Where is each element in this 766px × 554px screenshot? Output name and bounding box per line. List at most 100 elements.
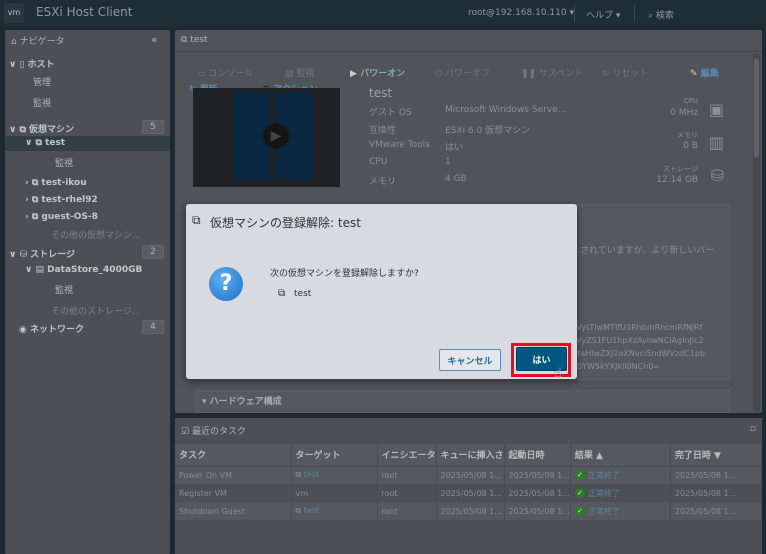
vm-running-icon: ⧉ [31, 212, 39, 222]
power-off-button[interactable]: ⏻ パワーオフ [435, 66, 490, 79]
stat-label: ストレージ [663, 165, 698, 173]
task-completed: 2025/05/08 1... [670, 502, 763, 520]
sidebar-more-vms[interactable]: その他の仮想マシン... [51, 228, 141, 241]
maximize-icon[interactable]: ▫ [750, 424, 756, 434]
task-queued: 2025/05/08 1... [436, 466, 505, 484]
table-header: タスク ターゲット イニシエータ キューに挿入さ 起動日時 結果 ▲ 完了日時 … [175, 444, 763, 467]
database-icon: ⛁ [19, 250, 27, 260]
panel-title: ⧉ test [181, 35, 208, 45]
sidebar-vm-test-rhel92[interactable]: › ⧉ test-rhel92 [25, 195, 98, 205]
top-bar: vm ESXi Host Client root@192.168.10.110 … [0, 0, 766, 27]
sidebar-vm-monitor[interactable]: 監視 [55, 156, 73, 169]
tasks-table: タスク ターゲット イニシエータ キューに挿入さ 起動日時 結果 ▲ 完了日時 … [175, 444, 763, 520]
stat-value: 0 B [683, 141, 698, 151]
sidebar-item-host-monitor[interactable]: 監視 [33, 96, 51, 109]
sidebar-item-host[interactable]: ∨ ▯ ホスト [9, 57, 55, 70]
user-menu[interactable]: root@192.168.10.110 ▾ [468, 8, 574, 18]
hardware-section[interactable]: ▾ ハードウェア構成 [195, 390, 730, 413]
column-result[interactable]: 結果 ▲ [570, 444, 671, 467]
cancel-button[interactable]: キャンセル [439, 349, 501, 371]
network-icon: ◉ [19, 325, 27, 335]
vms-count-badge: 5 [142, 120, 164, 134]
sidebar-item-network[interactable]: ◉ ネットワーク [19, 322, 84, 335]
monitor-button[interactable]: ▨ 監視 [285, 66, 314, 79]
column-initiator[interactable]: イニシエータ [377, 444, 437, 467]
datastore-icon: ▤ [35, 265, 44, 275]
vm-label: guest-OS-8 [41, 212, 98, 222]
prop-value: Microsoft Windows Serve... [445, 105, 567, 115]
cpu-icon: ▣ [708, 100, 724, 119]
console-button[interactable]: ▭ コンソール [197, 66, 253, 79]
task-started: 2025/05/08 1... [504, 466, 571, 484]
unregister-vm-dialog: ⧉ 仮想マシンの登録解除: test ? 次の仮想マシンを登録解除しますか? ⧉… [186, 204, 577, 381]
sidebar-datastore[interactable]: ∨ ▤ DataStore_4000GB [25, 265, 142, 275]
edit-button[interactable]: ✎ 編集 [690, 66, 719, 79]
scrollbar[interactable] [753, 54, 760, 412]
sidebar-vm-test-ikou[interactable]: › ⧉ test-ikou [25, 178, 87, 188]
storage-count-badge: 2 [142, 245, 164, 259]
vm-icon: ⧉ [35, 138, 42, 148]
encoded-line: 5VyZS1FU1hpXzAyliwNCiAgInJlc2 [571, 336, 704, 345]
encoded-line: QtaHlwZXJ2aXNvci5ndWVzdC1pb [571, 349, 705, 358]
column-queued[interactable]: キューに挿入さ [436, 444, 505, 467]
sidebar-item-vms[interactable]: ∨ ⧉ 仮想マシン [9, 122, 74, 135]
search-button[interactable]: ⌕ 検索 [648, 8, 674, 21]
reset-button[interactable]: ↻ リセット [602, 66, 648, 79]
notice-text: …されていますが、より新しいバー [571, 246, 715, 256]
power-off-label: パワーオフ [444, 69, 490, 79]
network-label: ネットワーク [30, 325, 85, 335]
suspend-button[interactable]: ❚❚ サスペンド [521, 66, 583, 79]
sidebar-vm-guest-os-8[interactable]: › ⧉ guest-OS-8 [25, 212, 98, 222]
recent-tasks-panel: ☑ 最近のタスク ▫ タスク ターゲット イニシエータ キューに挿入さ 起動日時… [175, 418, 763, 554]
result-link[interactable]: 正常終了 [588, 489, 620, 498]
stat-label: メモリ [677, 131, 698, 139]
task-result: ✓ 正常終了 [570, 502, 671, 520]
prop-label: 互換性 [369, 126, 397, 136]
question-icon: ? [209, 267, 243, 301]
target-link[interactable]: test [304, 506, 319, 515]
column-completed[interactable]: 完了日時 ▼ [670, 444, 763, 467]
vm-icon: ⧉ [295, 470, 304, 480]
table-row[interactable]: Register VM vm root 2025/05/08 1... 2025… [175, 484, 763, 502]
sidebar-item-storage[interactable]: ∨ ⛁ ストレージ [9, 247, 75, 260]
vm-icon: ⧉ [181, 35, 191, 45]
target-link[interactable]: test [304, 470, 319, 479]
task-initiator: root [377, 466, 437, 484]
power-on-button[interactable]: ▶ パワーオン [350, 66, 405, 79]
vm-name: test [369, 86, 393, 100]
sidebar-vm-test[interactable]: ∨ ⧉ test [25, 138, 65, 148]
column-started[interactable]: 起動日時 [504, 444, 571, 467]
reset-label: リセット [612, 69, 649, 79]
help-menu[interactable]: ヘルプ ▾ [586, 8, 620, 21]
tasks-header: ☑ 最近のタスク [181, 424, 246, 437]
storage-label: ストレージ [30, 250, 75, 260]
vm-label: test [45, 138, 66, 148]
dialog-vm-name: test [294, 289, 312, 299]
vm-icon: ⧉ [295, 506, 304, 515]
sidebar-item-host-manage[interactable]: 管理 [33, 75, 51, 88]
prop-label: メモリ [369, 177, 397, 187]
storage-icon: ⛁ [710, 166, 724, 185]
result-link[interactable]: 正常終了 [588, 507, 620, 516]
navigator-header: ⌂ ナビゲータ [11, 34, 65, 47]
result-link[interactable]: 正常終了 [588, 471, 620, 480]
sidebar-more-storage[interactable]: その他のストレージ... [51, 304, 140, 317]
table-row[interactable]: Shutdown Guest ⧉ test root 2025/05/08 1.… [175, 502, 763, 520]
home-icon: ⌂ [11, 37, 20, 47]
divider [574, 5, 575, 22]
clipboard-icon: ☑ [181, 427, 192, 437]
vm-console-thumbnail[interactable]: ▶ [193, 88, 340, 187]
scrollbar-thumb[interactable] [754, 58, 759, 158]
column-target[interactable]: ターゲット [291, 444, 378, 467]
sidebar-ds-monitor[interactable]: 監視 [55, 283, 73, 296]
play-icon[interactable]: ▶ [263, 123, 289, 149]
vmware-logo: vm [4, 3, 24, 23]
task-target: ⧉ test [291, 466, 378, 484]
table-row[interactable]: Power On VM ⧉ test root 2025/05/08 1... … [175, 466, 763, 484]
task-initiator: root [377, 484, 437, 502]
task-target: vm [291, 484, 378, 502]
collapse-icon[interactable]: « [151, 33, 158, 46]
datastore-label: DataStore_4000GB [47, 265, 143, 275]
column-task[interactable]: タスク [175, 444, 292, 467]
task-name: Register VM [175, 484, 292, 502]
